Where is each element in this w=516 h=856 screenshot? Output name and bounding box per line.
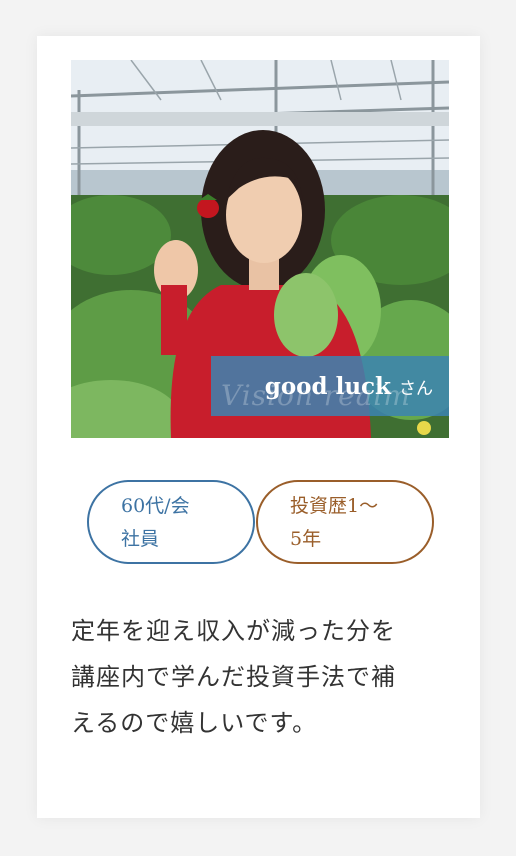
testimonial-quote: 定年を迎え収入が減った分を 講座内で学んだ投資手法で補 えるので嬉しいです。 [71,608,451,746]
age-occupation-tag: 60代/会 社員 [87,480,255,564]
honorific-suffix: さん [399,378,433,399]
person-name: good luck [264,372,391,400]
experience-tag-line-2: 5年 [290,528,322,550]
experience-tag-line-1: 投資歴1〜 [290,495,379,517]
name-plate: Vision realm good luck さん [211,356,449,416]
quote-line: 講座内で学んだ投資手法で補 [71,663,396,691]
quote-line: 定年を迎え収入が減った分を [71,617,396,645]
age-tag-line-1: 60代/会 [121,495,190,517]
testimonial-photo: Vision realm good luck さん [71,60,449,438]
testimonial-card: Vision realm good luck さん 60代/会 社員 投資歴1〜… [37,36,480,818]
quote-line: えるので嬉しいです。 [71,709,318,737]
age-tag-line-2: 社員 [121,528,160,550]
investment-experience-tag: 投資歴1〜 5年 [256,480,434,564]
